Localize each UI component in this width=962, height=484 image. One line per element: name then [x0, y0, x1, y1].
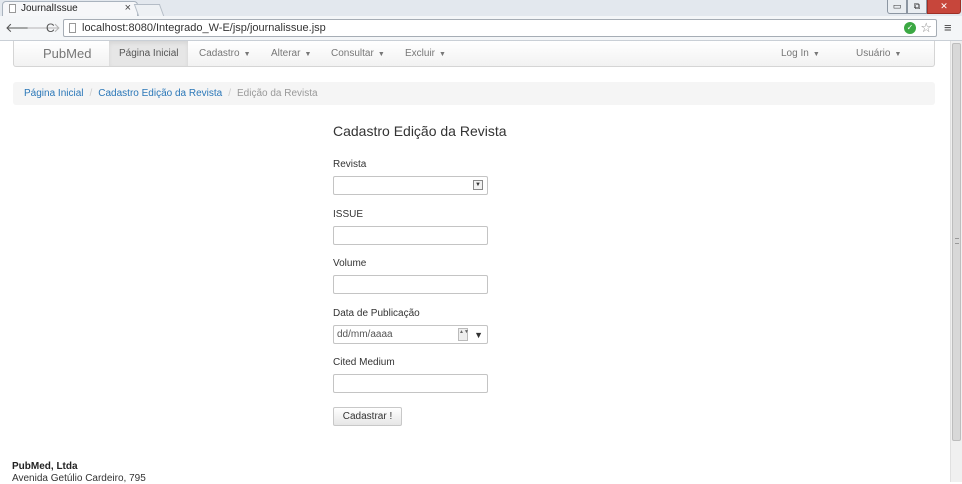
nav-item-cadastro[interactable]: Cadastro ▼: [199, 41, 251, 66]
bookmark-star-icon[interactable]: ☆: [920, 20, 932, 36]
nav-item-usuario[interactable]: Usuário ▼: [856, 41, 901, 66]
scrollbar-thumb[interactable]: [952, 43, 961, 441]
reload-icon[interactable]: C: [46, 21, 55, 35]
caret-down-icon: ▼: [439, 51, 446, 58]
date-spinner-icon[interactable]: ▲▼: [458, 328, 469, 341]
caret-down-icon: ▼: [377, 51, 385, 58]
breadcrumb: Página Inicial / Cadastro Edição da Revist…: [13, 82, 935, 105]
issue-input[interactable]: [333, 226, 488, 245]
footer-address: Avenida Getúlio Cardeiro, 795: [12, 473, 146, 484]
nav-item-label: Excluir: [405, 48, 436, 59]
nav-item-pagina-inicial[interactable]: Página Inicial: [109, 41, 189, 66]
tab-title: JournalIssue: [21, 3, 78, 14]
cadastrar-button[interactable]: Cadastrar !: [333, 407, 402, 426]
cited-medium-label: Cited Medium: [333, 357, 395, 368]
minimize-button[interactable]: ▭: [887, 0, 907, 14]
breadcrumb-separator: /: [89, 88, 93, 99]
close-tab-icon[interactable]: ×: [125, 2, 131, 14]
caret-down-icon: ▼: [243, 51, 251, 58]
close-window-button[interactable]: ✕: [927, 0, 961, 14]
browser-titlebar: JournalIssue × ▭ ⧉ ✕: [0, 0, 962, 16]
issue-label: ISSUE: [333, 209, 364, 220]
caret-down-icon: ▼: [812, 51, 820, 58]
date-placeholder: dd/mm/aaaa: [337, 329, 393, 340]
address-bar[interactable]: localhost:8080/Integrado_W-E/jsp/journal…: [63, 19, 937, 37]
maximize-button[interactable]: ⧉: [907, 0, 927, 14]
check-icon[interactable]: ✓: [904, 22, 916, 34]
date-dropdown-icon[interactable]: ▼: [474, 327, 483, 344]
breadcrumb-separator: /: [228, 88, 232, 99]
nav-item-excluir[interactable]: Excluir ▼: [405, 41, 446, 66]
browser-toolbar: 🡐 🡒 C localhost:8080/Integrado_W-E/jsp/j…: [0, 16, 962, 41]
nav-item-alterar[interactable]: Alterar ▼: [271, 41, 311, 66]
new-tab-button[interactable]: [133, 4, 165, 16]
nav-item-label: Alterar: [271, 48, 301, 59]
nav-item-log-in[interactable]: Log In ▼: [781, 41, 820, 66]
url-text[interactable]: localhost:8080/Integrado_W-E/jsp/journal…: [82, 22, 326, 34]
page-icon: [9, 4, 16, 13]
vertical-scrollbar[interactable]: [950, 41, 962, 482]
data-publicacao-input[interactable]: dd/mm/aaaa ▲▼ ▼: [333, 325, 488, 344]
volume-input[interactable]: [333, 275, 488, 294]
breadcrumb-current: Edição da Revista: [237, 88, 318, 99]
caret-down-icon: ▼: [304, 51, 312, 58]
cited-medium-input[interactable]: [333, 374, 488, 393]
page-icon: [69, 23, 76, 33]
revista-label: Revista: [333, 159, 367, 170]
nav-item-label: Log In: [781, 48, 809, 59]
site-navbar: PubMed Página Inicial Cadastro ▼ Alterar ▼…: [13, 41, 935, 67]
browser-tab[interactable]: JournalIssue ×: [2, 1, 138, 16]
breadcrumb-link-pagina-inicial[interactable]: Página Inicial: [24, 88, 83, 99]
volume-label: Volume: [333, 258, 367, 269]
data-publicacao-label: Data de Publicação: [333, 308, 420, 319]
nav-item-label: Usuário: [856, 48, 891, 59]
browser-menu-icon[interactable]: ≡: [944, 20, 952, 35]
nav-item-consultar[interactable]: Consultar ▼: [331, 41, 385, 66]
caret-down-icon: ▼: [894, 51, 902, 58]
brand-logo[interactable]: PubMed: [43, 46, 91, 61]
footer-company: PubMed, Ltda: [12, 461, 78, 472]
breadcrumb-link-cadastro[interactable]: Cadastro Edição da Revista: [98, 88, 222, 99]
nav-item-label: Página Inicial: [119, 48, 179, 59]
form-title: Cadastro Edição da Revista: [333, 123, 507, 139]
revista-select[interactable]: ▼: [333, 176, 488, 195]
scrollbar-grip-icon: [955, 238, 959, 244]
nav-item-label: Cadastro: [199, 48, 240, 59]
select-arrow-icon[interactable]: ▼: [473, 180, 483, 190]
forward-arrow-icon[interactable]: 🡒: [26, 21, 61, 35]
nav-item-label: Consultar: [331, 48, 374, 59]
